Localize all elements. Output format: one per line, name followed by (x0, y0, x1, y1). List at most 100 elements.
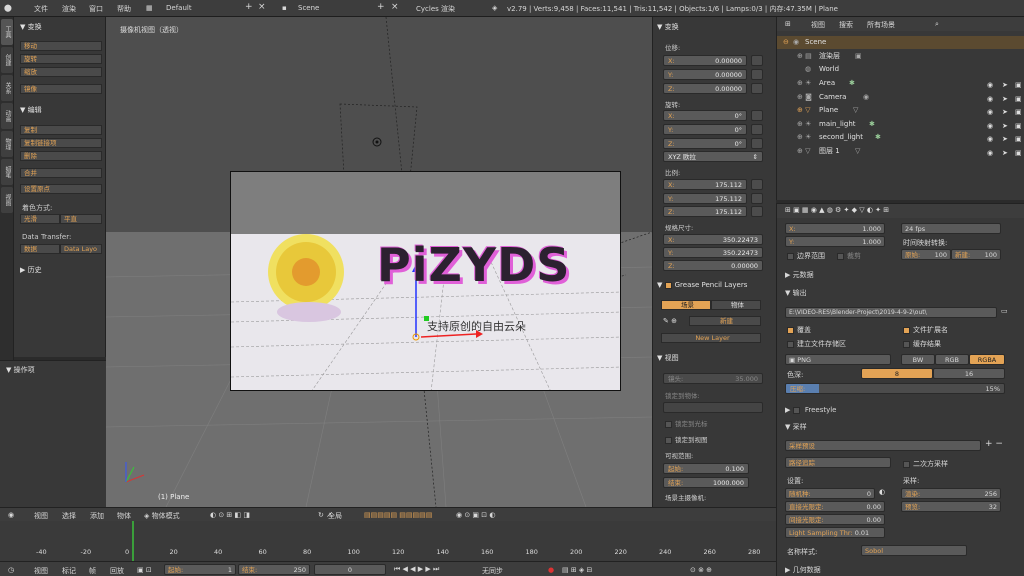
timeline[interactable]: -40 -20 0 20 40 60 80 100 120 140 160 180 200 220 240 2… (0, 521, 776, 561)
lock-icon[interactable] (751, 69, 763, 80)
crop-checkbox[interactable]: 裁剪 (837, 251, 861, 261)
clamp-indirect-field[interactable]: 间接光限定: 0.00 (785, 514, 885, 525)
transform-header[interactable]: ▼ 变换 (657, 22, 679, 32)
pencil-icon[interactable]: ✎ ⊕ (663, 317, 677, 325)
rotation-x-field[interactable]: X: 0° (663, 110, 747, 121)
sampling-header[interactable]: ▼ 采样 (785, 422, 807, 432)
rgb-button[interactable]: RGB (935, 354, 969, 365)
tab-grease-pencil[interactable]: 蜡笔 (1, 159, 13, 185)
lock-icon[interactable] (751, 55, 763, 66)
shading-icon[interactable]: ◐ ⊙ ⊞ ◧ ◨ (210, 511, 250, 519)
scale-z-field[interactable]: Z: 175.112 (663, 206, 747, 217)
grease-scene-button[interactable]: 场景 (661, 300, 711, 310)
add-scene-icon[interactable]: + (377, 2, 385, 12)
location-y-field[interactable]: Y: 0.00000 (663, 69, 747, 80)
output-path-field[interactable]: E:\VIDEO-RES\Blender-Project\2019-4-9-2\… (785, 307, 997, 318)
outliner-row-render-layer[interactable]: ⊕ ▤ 渲染层 ▣ (777, 50, 1024, 63)
outliner-search-menu[interactable]: 搜索 (839, 20, 853, 30)
dimension-z-field[interactable]: Z: 0.00000 (663, 260, 763, 271)
view-menu[interactable]: 视图 (34, 511, 48, 521)
duplicate-linked-button[interactable]: 复制链接项 (20, 138, 102, 148)
shade-smooth-button[interactable]: 光滑 (20, 214, 60, 224)
timeline-view-menu[interactable]: 视图 (34, 566, 48, 576)
editor-type-icon[interactable]: ◉ (8, 511, 14, 519)
cache-result-checkbox[interactable]: 缓存结果 (903, 339, 941, 349)
placeholders-checkbox[interactable]: 建立文件存储区 (787, 339, 846, 349)
lock-icon[interactable] (751, 124, 763, 135)
mode-select[interactable]: ◈ 物体模式 (144, 511, 180, 521)
remove-scene-icon[interactable]: × (391, 2, 399, 12)
grease-object-button[interactable]: 物体 (711, 300, 761, 310)
transform-section-header[interactable]: ▼ 变换 (20, 22, 42, 32)
integrator-select[interactable]: 路径追踪 (785, 457, 891, 468)
timeline-editor-icon[interactable]: ◷ (8, 566, 14, 574)
location-z-field[interactable]: Z: 0.00000 (663, 83, 747, 94)
snap-icon[interactable]: ◉ ⊙ ▣ ⊡ ◐ (456, 511, 495, 519)
operator-panel-header[interactable]: ▼ 操作项 (6, 365, 35, 375)
lock-icon[interactable] (751, 110, 763, 121)
duplicate-button[interactable]: 复制 (20, 125, 102, 135)
data-button[interactable]: 数据 (20, 244, 60, 254)
render-visibility-icon[interactable]: ▣ ▣ ▣ ▣ ▣ ▣ (1015, 79, 1022, 160)
outliner-row-world[interactable]: ◍ World (777, 63, 1024, 76)
data-layout-button[interactable]: Data Layo (60, 244, 102, 254)
freestyle-header[interactable]: ▶ Freestyle (785, 406, 836, 414)
lock-icon[interactable] (751, 206, 763, 217)
record-icon[interactable]: ▣ ⊡ (137, 566, 152, 574)
preview-samples-field[interactable]: 预览: 32 (901, 501, 1001, 512)
join-button[interactable]: 合并 (20, 168, 102, 178)
outliner-view-menu[interactable]: 视图 (811, 20, 825, 30)
3d-viewport[interactable]: 摄像机视图（透视） PiZYDS 支持原创的自由云朵 (1) Plane (106, 17, 652, 507)
menu-render[interactable]: 渲染 (62, 4, 76, 14)
render-engine-selector[interactable]: Cycles 渲染 (416, 4, 455, 14)
shade-flat-button[interactable]: 平直 (60, 214, 102, 224)
output-header[interactable]: ▼ 输出 (785, 288, 807, 298)
current-frame-line[interactable] (132, 521, 134, 561)
tab-create[interactable]: 创建 (1, 47, 13, 73)
remove-layout-icon[interactable]: × (258, 2, 266, 12)
layout-icon[interactable]: ▦ (146, 4, 153, 12)
scene-selector[interactable]: Scene (298, 4, 319, 12)
menu-window[interactable]: 窗口 (89, 4, 103, 14)
light-sampling-field[interactable]: Light Sampling Thr: 0.01 (785, 527, 885, 538)
tab-view[interactable]: 视图 (1, 187, 13, 213)
add-menu[interactable]: 添加 (90, 511, 104, 521)
end-frame-field[interactable]: 结束: 250 (238, 564, 310, 575)
properties-context-icons[interactable]: ⊞ ▣ ▦ ◉ ▲ ◍ ⚙ ✦ ◆ ▽ ◐ ✦ ⊞ (785, 206, 889, 214)
layer-buttons[interactable]: ▤▤▤▤▤ ▤▤▤▤▤ (364, 511, 432, 519)
sampling-preset-select[interactable]: 采样预设 (785, 440, 981, 451)
lock-icon[interactable] (751, 193, 763, 204)
select-menu[interactable]: 选择 (62, 511, 76, 521)
transform-orientation-select[interactable]: 全局 (328, 511, 342, 521)
delete-button[interactable]: 删除 (20, 151, 102, 161)
history-section-header[interactable]: ▶ 历史 (20, 265, 42, 275)
outliner-row-scene[interactable]: ⊖ ◉ Scene (777, 36, 1024, 49)
rotation-z-field[interactable]: Z: 0° (663, 138, 747, 149)
tab-physics[interactable]: 物理 (1, 131, 13, 157)
sync-select[interactable]: 无同步 (482, 566, 503, 576)
seed-field[interactable]: 随机种: 0 (785, 488, 875, 499)
rotate-button[interactable]: 旋转 (20, 54, 102, 64)
start-frame-field[interactable]: 起始: 1 (164, 564, 236, 575)
menu-file[interactable]: 文件 (34, 4, 48, 14)
compression-slider[interactable]: 压缩: 15% (785, 383, 1005, 394)
old-frame-field[interactable]: 原始: 100 (901, 249, 951, 260)
depth-16-button[interactable]: 16 (933, 368, 1005, 379)
search-icon[interactable]: ⌕ (935, 20, 939, 29)
file-extension-checkbox[interactable]: 文件扩展名 (903, 325, 948, 335)
depth-8-button[interactable]: 8 (861, 368, 933, 379)
selectability-icon[interactable]: ➤ ➤ ➤ ➤ ➤ ➤ (1002, 79, 1008, 160)
menu-help[interactable]: 帮助 (117, 4, 131, 14)
outliner-display-mode[interactable]: 所有场景 (867, 20, 895, 30)
lock-object-field[interactable] (663, 402, 763, 413)
pattern-select[interactable]: Sobol (861, 545, 967, 556)
lock-to-cursor[interactable]: 锁定到光标 (665, 418, 708, 428)
blender-icon[interactable]: ⬤ (4, 4, 12, 12)
folder-icon[interactable]: ▭ (1001, 307, 1008, 315)
rotation-mode-select[interactable]: XYZ 欧拉 ⇕ (663, 151, 763, 162)
lock-icon[interactable] (751, 138, 763, 149)
clip-start-field[interactable]: 起始: 0.100 (663, 463, 749, 474)
resolution-x-field[interactable]: X: 1.000 (785, 223, 885, 234)
resolution-y-field[interactable]: Y: 1.000 (785, 236, 885, 247)
bw-button[interactable]: BW (901, 354, 935, 365)
